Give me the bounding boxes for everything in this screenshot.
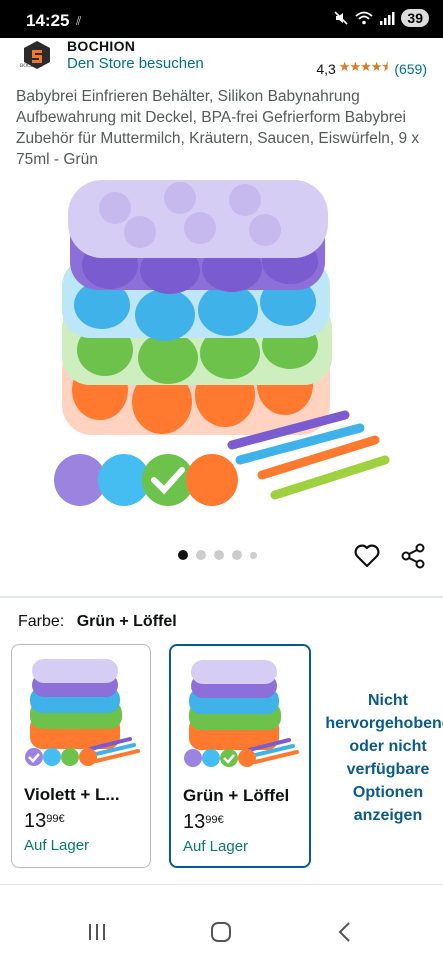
carousel-dot[interactable]: [214, 550, 224, 560]
carousel-dot[interactable]: [178, 550, 188, 560]
show-unavailable-options-link[interactable]: Nicht hervorgehobene oder nicht verfügba…: [322, 689, 443, 827]
carousel-dot[interactable]: [250, 551, 257, 559]
carousel-dot[interactable]: [196, 550, 206, 560]
variant-card-gruen[interactable]: Grün + Löffel 1399€ Auf Lager: [169, 644, 311, 868]
wifi-icon: [355, 11, 374, 25]
rating-count[interactable]: (659): [394, 61, 427, 77]
variant-stock: Auf Lager: [183, 838, 249, 855]
variant-price: 1399€: [183, 811, 224, 833]
rating-value: 4,3: [316, 61, 336, 77]
variant-name: Violett + L...: [24, 785, 120, 804]
color-selector: Farbe: Grün + Löffel: [18, 613, 177, 631]
share-icon[interactable]: [400, 543, 426, 569]
product-title: Babybrei Einfrieren Behälter, Silikon Ba…: [16, 88, 420, 168]
back-icon[interactable]: [330, 920, 360, 944]
variant-card-violett[interactable]: Violett + L... 1399€ Auf Lager: [11, 644, 151, 868]
visit-store-link[interactable]: Den Store besuchen: [67, 55, 204, 72]
recent-apps-icon[interactable]: [82, 920, 112, 944]
variant-stock: Auf Lager: [24, 837, 90, 854]
status-time: 14:25: [26, 11, 70, 30]
nav-divider: [0, 884, 443, 885]
battery-badge: 39: [401, 9, 429, 27]
color-label: Farbe:: [18, 613, 65, 630]
carousel-dot[interactable]: [232, 550, 242, 560]
color-value: Grün + Löffel: [76, 613, 177, 630]
section-divider: [0, 596, 443, 598]
system-nav-bar: [0, 900, 443, 960]
signal-icon: [380, 12, 395, 25]
rating-summary[interactable]: 4,3 ★★★★⯨ (659): [316, 58, 427, 80]
store-header: BOCHION BOCHION Den Store besuchen 4,3 ★…: [0, 38, 443, 80]
carousel-dots[interactable]: [178, 550, 257, 560]
variant-thumbnail: [25, 659, 140, 766]
product-image[interactable]: [40, 170, 410, 510]
status-icons: 39: [333, 9, 429, 27]
variant-price: 1399€: [24, 810, 65, 832]
variant-thumbnail: [184, 660, 299, 767]
heart-icon[interactable]: [354, 544, 380, 568]
home-icon[interactable]: [206, 920, 236, 944]
logo-text: BOCHION: [20, 64, 43, 69]
variant-name: Grün + Löffel: [183, 786, 290, 805]
rating-stars-icon: ★★★★⯨: [338, 59, 389, 74]
brand-name: BOCHION: [67, 38, 136, 54]
notification-icon: ⫽: [76, 14, 82, 28]
mute-icon: [334, 11, 348, 25]
status-bar: 14:25 ⫽ 39: [0, 0, 443, 38]
